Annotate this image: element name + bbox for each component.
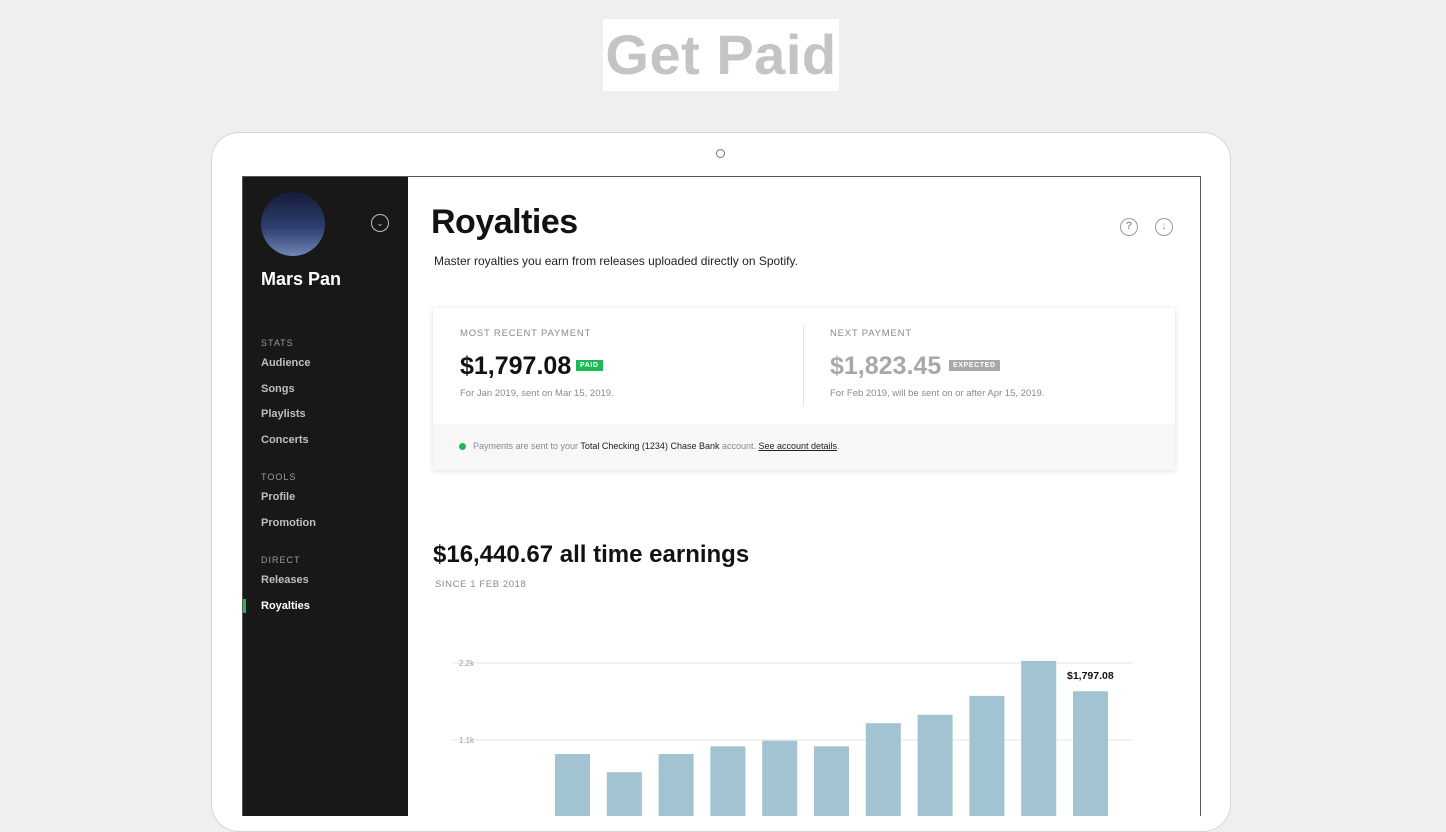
footer-suffix: . [837, 441, 840, 451]
question-icon[interactable]: ? [1120, 218, 1138, 236]
avatar[interactable] [261, 192, 325, 256]
chart-bar[interactable] [658, 754, 694, 816]
next-payment-label: NEXT PAYMENT [830, 328, 912, 339]
y-tick-label: 1.1k [459, 736, 475, 745]
sidebar-item-promotion[interactable]: Promotion [261, 517, 316, 529]
chart-bar[interactable] [865, 723, 901, 816]
payments-card: MOST RECENT PAYMENT $1,797.08 PAID For J… [433, 308, 1175, 470]
page-subtitle: Master royalties you earn from releases … [434, 254, 798, 268]
chart-bar[interactable] [555, 754, 590, 816]
account-details-link[interactable]: See account details [759, 441, 838, 451]
sidebar-item-songs[interactable]: Songs [261, 383, 295, 395]
recent-payment-note: For Jan 2019, sent on Mar 15, 2019. [460, 388, 614, 399]
chart-bar[interactable] [710, 746, 746, 816]
chevron-down-icon[interactable]: ⌄ [371, 214, 389, 232]
page-headline: Get Paid [603, 19, 839, 91]
main-content: Royalties Master royalties you earn from… [408, 177, 1200, 816]
earnings-since: SINCE 1 FEB 2018 [435, 579, 527, 590]
card-divider [803, 326, 804, 406]
chart-bar[interactable] [606, 772, 642, 816]
expected-badge: EXPECTED [949, 360, 1000, 371]
sidebar-item-profile[interactable]: Profile [261, 491, 295, 503]
sidebar: ⌄ Mars Pan STATS Audience Songs Playlist… [243, 177, 408, 816]
sidebar-item-royalties[interactable]: Royalties [261, 600, 310, 612]
chart-bar[interactable] [917, 714, 953, 816]
chart-bar[interactable] [969, 695, 1005, 816]
sidebar-item-releases[interactable]: Releases [261, 574, 309, 586]
earnings-title: $16,440.67 all time earnings [433, 541, 750, 568]
earnings-chart: 2.2k 1.1k $1,797.08 [452, 659, 1133, 816]
sidebar-item-playlists[interactable]: Playlists [261, 408, 306, 420]
card-footer: Payments are sent to your Total Checking… [433, 424, 1175, 470]
recent-payment-amount: $1,797.08 [460, 352, 572, 380]
payment-account-text: Payments are sent to your Total Checking… [473, 441, 840, 451]
footer-middle: account. [719, 441, 759, 451]
nav-section-tools: TOOLS [261, 472, 297, 482]
page-title: Royalties [431, 203, 578, 241]
status-dot-icon [459, 443, 466, 450]
nav-section-stats: STATS [261, 338, 294, 348]
chart-bar[interactable] [814, 746, 849, 816]
recent-payment-label: MOST RECENT PAYMENT [460, 328, 592, 339]
next-payment-amount: $1,823.45 [830, 352, 942, 380]
camera-icon [716, 149, 725, 158]
bar-value-label: $1,797.08 [1067, 670, 1114, 682]
sidebar-item-concerts[interactable]: Concerts [261, 434, 309, 446]
account-name: Total Checking (1234) Chase Bank [580, 441, 720, 451]
download-icon[interactable]: ↓ [1155, 218, 1173, 236]
paid-badge: PAID [576, 360, 603, 371]
user-name: Mars Pan [261, 269, 342, 289]
active-indicator [243, 599, 246, 613]
next-payment-note: For Feb 2019, will be sent on or after A… [830, 388, 1045, 399]
chart-bar[interactable] [1021, 660, 1057, 816]
sidebar-item-audience[interactable]: Audience [261, 357, 311, 369]
footer-prefix: Payments are sent to your [473, 441, 581, 451]
chart-bar[interactable] [1073, 691, 1108, 816]
nav-section-direct: DIRECT [261, 555, 301, 565]
screen: ⌄ Mars Pan STATS Audience Songs Playlist… [242, 176, 1201, 816]
y-tick-label: 2.2k [459, 659, 475, 668]
chart-bar[interactable] [762, 740, 798, 816]
